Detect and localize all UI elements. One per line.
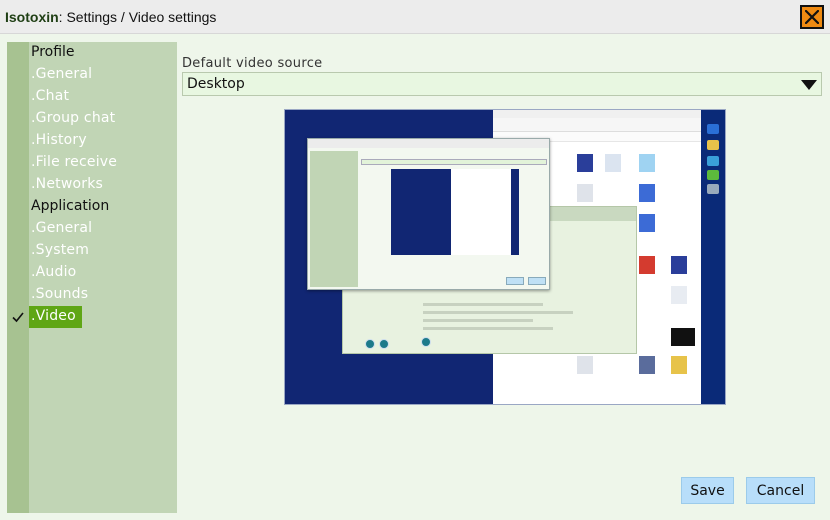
preview-settings-window bbox=[307, 138, 550, 290]
preview-settings-button bbox=[528, 277, 546, 285]
sidebar-item-group-chat[interactable]: .Group chat bbox=[7, 108, 177, 130]
video-source-value: Desktop bbox=[187, 76, 245, 92]
sidebar-item-networks[interactable]: .Networks bbox=[7, 174, 177, 196]
video-source-label: Default video source bbox=[182, 56, 323, 71]
window-title-app: Isotoxin bbox=[5, 9, 59, 25]
preview-nested-screenshot bbox=[391, 169, 519, 255]
sidebar-group-label: Profile bbox=[31, 44, 75, 60]
preview-chat-line bbox=[423, 303, 543, 306]
sidebar-item-label: .General bbox=[31, 220, 93, 236]
sidebar-item-chat[interactable]: .Chat bbox=[7, 86, 177, 108]
preview-file-icon bbox=[639, 184, 655, 202]
settings-sidebar: Profile .General .Chat .Group chat .Hist… bbox=[7, 42, 177, 513]
preview-taskbar-icon bbox=[707, 170, 719, 180]
preview-file-icon bbox=[605, 154, 621, 172]
preview-chat-line bbox=[423, 319, 533, 322]
sidebar-item-label: .Video bbox=[31, 308, 76, 324]
preview-bubble-icon bbox=[379, 339, 389, 349]
preview-bubble-icon bbox=[421, 337, 431, 347]
preview-settings-titlebar bbox=[308, 139, 549, 148]
check-icon bbox=[12, 312, 24, 323]
sidebar-item-label: .Group chat bbox=[31, 110, 116, 126]
preview-file-icon bbox=[577, 154, 593, 172]
sidebar-item-profile-general[interactable]: .General bbox=[7, 64, 177, 86]
preview-bubble-icon bbox=[365, 339, 375, 349]
sidebar-item-video[interactable]: .Video bbox=[7, 306, 177, 328]
preview-window-bar bbox=[493, 110, 701, 118]
preview-file-icon bbox=[639, 356, 655, 374]
sidebar-item-file-receive[interactable]: .File receive bbox=[7, 152, 177, 174]
preview-taskbar-icon bbox=[707, 184, 719, 194]
preview-file-icon bbox=[639, 214, 655, 232]
preview-window-ribbon bbox=[493, 118, 701, 132]
window-title: Isotoxin: Settings / Video settings bbox=[5, 9, 216, 25]
save-button[interactable]: Save bbox=[681, 477, 734, 504]
preview-settings-button bbox=[506, 277, 524, 285]
preview-chat-line bbox=[423, 327, 553, 330]
sidebar-item-label: .Networks bbox=[31, 176, 103, 192]
preview-file-icon bbox=[577, 356, 593, 374]
sidebar-item-label: .System bbox=[31, 242, 90, 258]
sidebar-group-label: Application bbox=[31, 198, 110, 214]
preview-file-icon bbox=[577, 184, 593, 202]
preview-nested-window bbox=[451, 169, 511, 255]
video-source-select[interactable]: Desktop bbox=[182, 72, 822, 96]
sidebar-item-history[interactable]: .History bbox=[7, 130, 177, 152]
sidebar-item-label: .Chat bbox=[31, 88, 70, 104]
close-icon bbox=[805, 10, 819, 24]
preview-file-icon bbox=[639, 256, 655, 274]
sidebar-item-label: .General bbox=[31, 66, 93, 82]
sidebar-item-system[interactable]: .System bbox=[7, 240, 177, 262]
preview-taskbar-icon bbox=[707, 124, 719, 134]
sidebar-item-label: .Sounds bbox=[31, 286, 89, 302]
preview-taskbar bbox=[701, 110, 725, 404]
preview-settings-sidebar bbox=[310, 151, 358, 287]
sidebar-item-label: .File receive bbox=[31, 154, 118, 170]
preview-chat-line bbox=[423, 311, 573, 314]
close-button[interactable] bbox=[800, 5, 824, 29]
sidebar-item-sounds[interactable]: .Sounds bbox=[7, 284, 177, 306]
preview-file-icon bbox=[671, 286, 687, 304]
video-preview bbox=[285, 110, 725, 404]
preview-file-icon bbox=[671, 328, 695, 346]
chevron-down-icon bbox=[801, 80, 817, 90]
title-bar: Isotoxin: Settings / Video settings bbox=[0, 0, 830, 34]
sidebar-item-audio[interactable]: .Audio bbox=[7, 262, 177, 284]
sidebar-item-label: .Audio bbox=[31, 264, 77, 280]
cancel-button[interactable]: Cancel bbox=[746, 477, 815, 504]
sidebar-group-profile[interactable]: Profile bbox=[7, 42, 177, 64]
sidebar-group-application[interactable]: Application bbox=[7, 196, 177, 218]
sidebar-item-label: .History bbox=[31, 132, 87, 148]
sidebar-item-app-general[interactable]: .General bbox=[7, 218, 177, 240]
preview-file-icon bbox=[639, 154, 655, 172]
preview-taskbar-icon bbox=[707, 156, 719, 166]
preview-taskbar-icon bbox=[707, 140, 719, 150]
preview-settings-select bbox=[361, 159, 547, 165]
window-title-path: : Settings / Video settings bbox=[58, 9, 217, 25]
preview-file-icon bbox=[671, 356, 687, 374]
preview-file-icon bbox=[671, 256, 687, 274]
